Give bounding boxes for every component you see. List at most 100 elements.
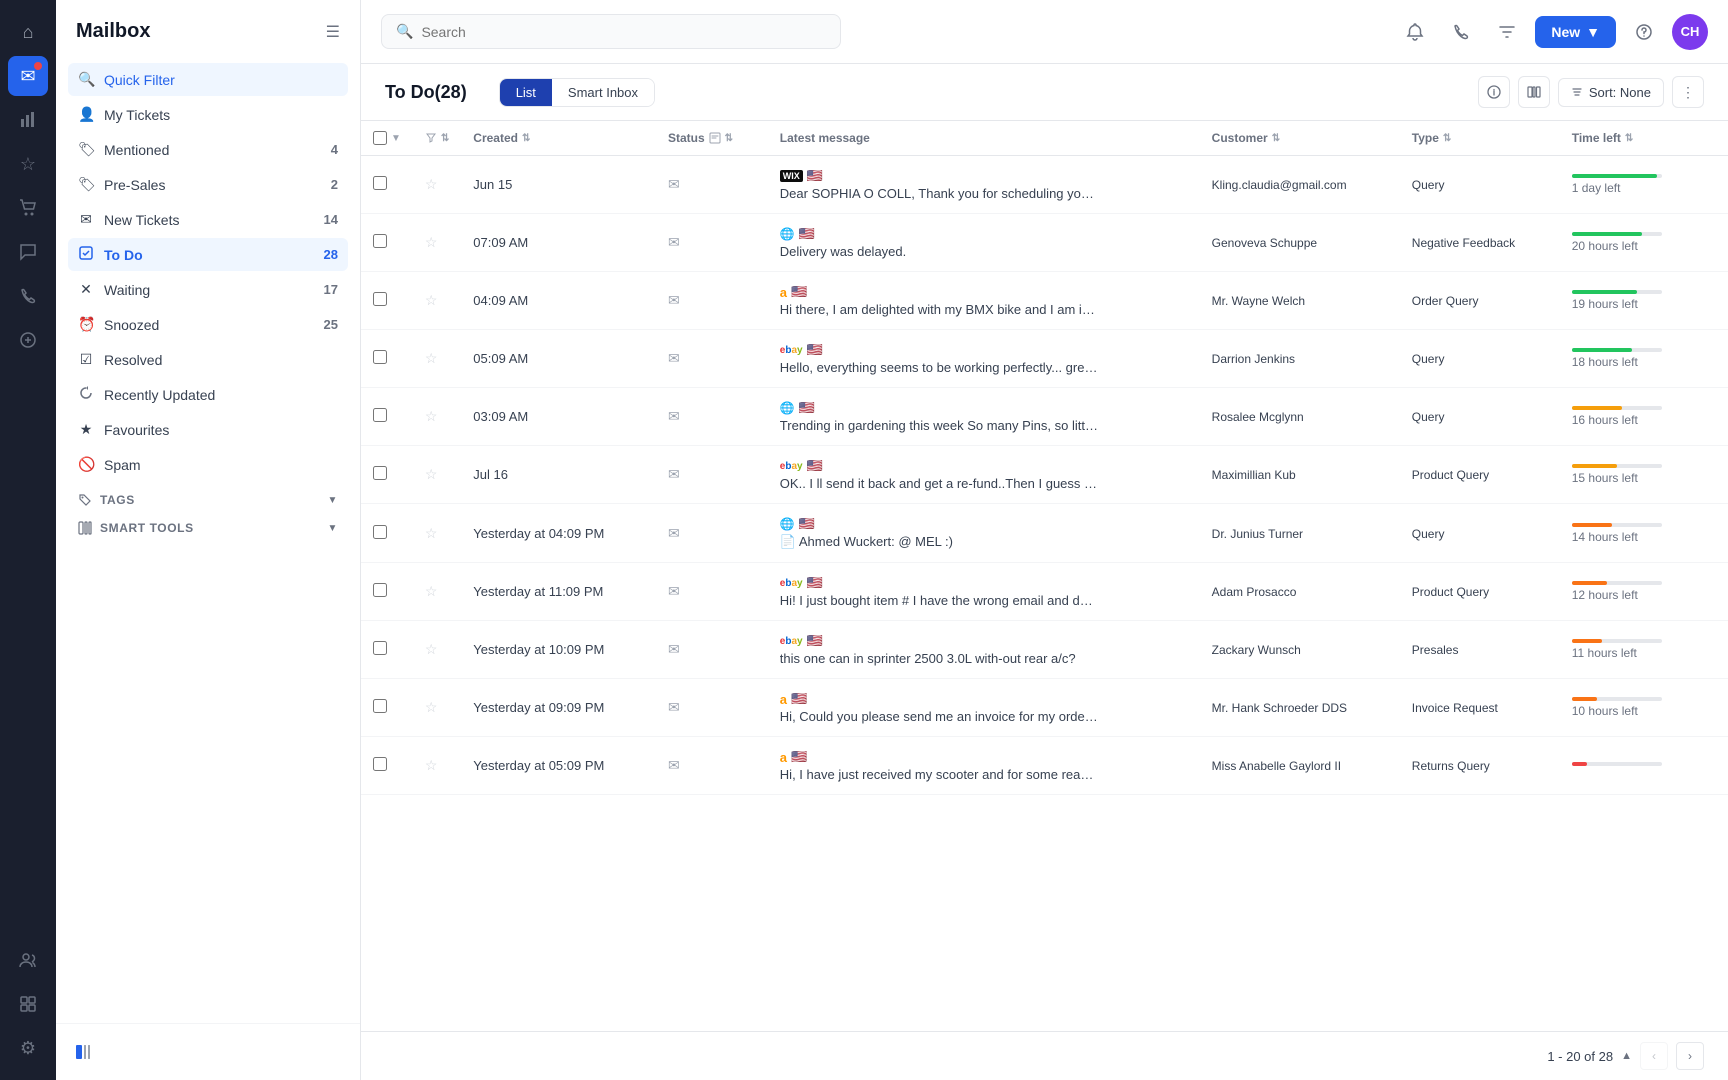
message-preview: Hi! I just bought item # I have the wron… [780,593,1100,608]
row-checkbox[interactable] [373,641,387,655]
status-cell: ✉ [656,737,768,795]
plug-icon[interactable] [8,320,48,360]
select-all-checkbox[interactable] [373,131,387,145]
sidebar-item-pre-sales[interactable]: 🏷 Pre-Sales 2 [68,168,348,201]
row-star-icon[interactable]: ☆ [425,583,438,599]
search-box[interactable]: 🔍 [381,14,841,49]
phone-icon[interactable] [8,276,48,316]
row-checkbox[interactable] [373,466,387,480]
row-checkbox[interactable] [373,176,387,190]
sidebar-item-recently-updated[interactable]: Recently Updated [68,378,348,411]
notifications-button[interactable] [1397,14,1433,50]
sidebar-item-snoozed[interactable]: ⏰ Snoozed 25 [68,308,348,341]
customer-cell: Adam Prosacco [1200,563,1400,621]
prev-page-button[interactable]: ‹ [1640,1042,1668,1070]
time-left-col-header[interactable]: Time left ⇅ [1560,121,1728,156]
table-row[interactable]: ☆ Yesterday at 05:09 PM ✉ a 🇺🇸 Hi, I hav… [361,737,1728,795]
sidebar-item-new-tickets[interactable]: ✉ New Tickets 14 [68,203,348,236]
table-row[interactable]: ☆ Jul 16 ✉ ebay 🇺🇸 OK.. I ll send it bac… [361,446,1728,504]
star-icon[interactable]: ☆ [8,144,48,184]
sidebar-item-mentioned[interactable]: 🏷 Mentioned 4 [68,133,348,166]
row-checkbox[interactable] [373,699,387,713]
type-cell: Query [1400,330,1560,388]
list-view-button[interactable]: List [500,79,552,106]
row-star-icon[interactable]: ☆ [425,234,438,250]
status-filter-icon [709,132,721,144]
customer-col-header[interactable]: Customer ⇅ [1200,121,1400,156]
row-star-icon[interactable]: ☆ [425,525,438,541]
table-row[interactable]: ☆ Yesterday at 04:09 PM ✉ 🌐 🇺🇸 📄 Ahmed W… [361,504,1728,563]
home-icon[interactable]: ⌂ [8,12,48,52]
bar-track [1572,639,1662,643]
pagination: 1 - 20 of 28 ▲ ‹ › [361,1031,1728,1080]
status-col-header[interactable]: Status ⇅ [656,121,768,156]
cart-icon[interactable] [8,188,48,228]
row-star-icon[interactable]: ☆ [425,292,438,308]
search-input[interactable] [421,24,826,40]
list-view-icon[interactable] [68,1036,100,1068]
users-icon[interactable] [8,940,48,980]
icon-rail: ⌂ ✉ ☆ ⚙ [0,0,56,1080]
type-col-header[interactable]: Type ⇅ [1400,121,1560,156]
sidebar-item-favourites[interactable]: ★ Favourites [68,413,348,446]
table-row[interactable]: ☆ 03:09 AM ✉ 🌐 🇺🇸 Trending in gardening … [361,388,1728,446]
row-star-icon[interactable]: ☆ [425,408,438,424]
row-checkbox[interactable] [373,525,387,539]
sidebar-item-to-do[interactable]: To Do 28 [68,238,348,271]
chat-icon[interactable] [8,232,48,272]
chart-icon[interactable] [8,100,48,140]
info-button[interactable] [1478,76,1510,108]
type-label: Returns Query [1412,759,1490,773]
more-options-button[interactable]: ⋮ [1672,76,1704,108]
row-star-icon[interactable]: ☆ [425,176,438,192]
table-row[interactable]: ☆ Yesterday at 09:09 PM ✉ a 🇺🇸 Hi, Could… [361,679,1728,737]
row-star-icon[interactable]: ☆ [425,699,438,715]
sidebar-nav: 🔍 Quick Filter 👤 My Tickets 🏷 Mentioned … [56,59,360,1023]
row-checkbox[interactable] [373,408,387,422]
sidebar-item-waiting[interactable]: ✕ Waiting 17 [68,273,348,306]
table-row[interactable]: ☆ 04:09 AM ✉ a 🇺🇸 Hi there, I am delight… [361,272,1728,330]
created-col-label: Created [473,131,518,145]
new-button[interactable]: New ▼ [1535,16,1616,48]
row-star-icon[interactable]: ☆ [425,350,438,366]
row-checkbox[interactable] [373,583,387,597]
phone-button[interactable] [1443,14,1479,50]
row-star-icon[interactable]: ☆ [425,641,438,657]
row-checkbox[interactable] [373,234,387,248]
apps-icon[interactable] [8,984,48,1024]
settings-icon[interactable]: ⚙ [8,1028,48,1068]
row-checkbox[interactable] [373,292,387,306]
message-cell: a 🇺🇸 Hi, I have just received my scooter… [768,737,1200,795]
table-row[interactable]: ☆ Yesterday at 11:09 PM ✉ ebay 🇺🇸 Hi! I … [361,563,1728,621]
sidebar-menu-icon[interactable]: ☰ [326,22,340,42]
sidebar-item-resolved[interactable]: ☑ Resolved [68,343,348,376]
table-row[interactable]: ☆ 05:09 AM ✉ ebay 🇺🇸 Hello, everything s… [361,330,1728,388]
flag-icon: 🇺🇸 [791,749,807,765]
help-button[interactable] [1626,14,1662,50]
table-row[interactable]: ☆ Yesterday at 10:09 PM ✉ ebay 🇺🇸 this o… [361,621,1728,679]
row-star-icon[interactable]: ☆ [425,757,438,773]
next-page-button[interactable]: › [1676,1042,1704,1070]
latest-message-col-header[interactable]: Latest message [768,121,1200,156]
row-expand-icon[interactable]: ▼ [391,133,401,144]
mail-icon[interactable]: ✉ [8,56,48,96]
table-row[interactable]: ☆ 07:09 AM ✉ 🌐 🇺🇸 Delivery was delayed. … [361,214,1728,272]
columns-button[interactable] [1518,76,1550,108]
sidebar-item-my-tickets[interactable]: 👤 My Tickets [68,98,348,131]
sort-button[interactable]: Sort: None [1558,78,1664,107]
table-row[interactable]: ☆ Jun 15 ✉ WIX 🇺🇸 Dear SOPHIA O COLL, Th… [361,156,1728,214]
page-expand-icon[interactable]: ▲ [1621,1050,1632,1062]
row-checkbox[interactable] [373,350,387,364]
type-label: Invoice Request [1412,701,1498,715]
sidebar-item-quick-filter[interactable]: 🔍 Quick Filter [68,63,348,96]
avatar[interactable]: CH [1672,14,1708,50]
filter-button[interactable] [1489,14,1525,50]
tags-section[interactable]: TAGS ▼ [68,483,348,511]
sidebar-item-spam[interactable]: 🚫 Spam [68,448,348,481]
mention-icon: 🏷 [78,141,94,158]
row-star-icon[interactable]: ☆ [425,466,438,482]
smart-tools-section[interactable]: SMART TOOLS ▼ [68,511,348,539]
smart-inbox-view-button[interactable]: Smart Inbox [552,79,654,106]
row-checkbox[interactable] [373,757,387,771]
created-col-header[interactable]: Created ⇅ [461,121,656,156]
